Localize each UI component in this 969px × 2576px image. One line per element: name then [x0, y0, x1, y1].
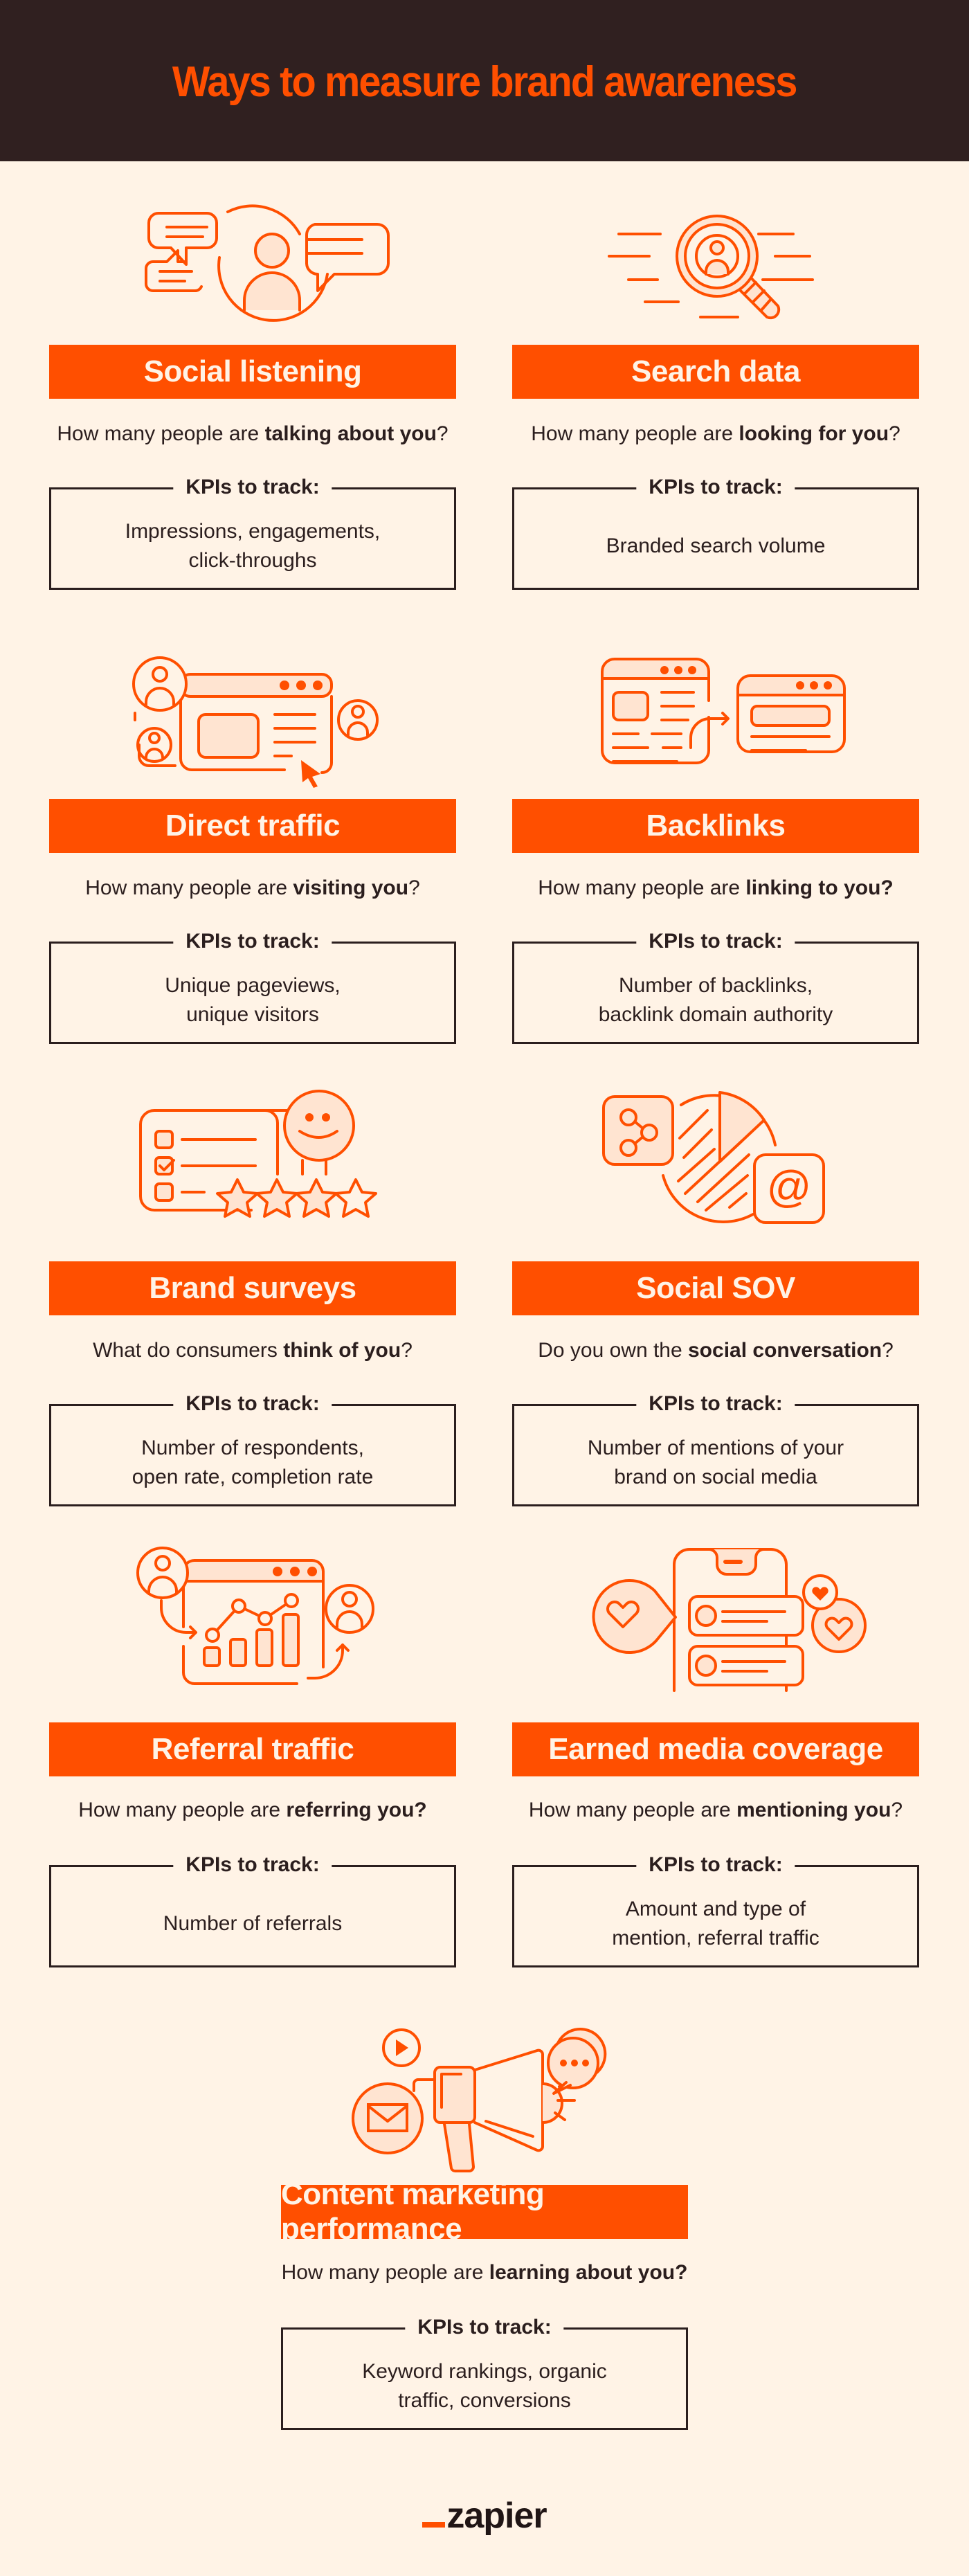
- card-title-banner: Direct traffic: [49, 799, 456, 853]
- card-title-banner: Brand surveys: [49, 1261, 456, 1315]
- linked-browsers-icon: [512, 649, 919, 788]
- kpi-text: Keyword rankings, organic traffic, conve…: [362, 2360, 607, 2412]
- question-suffix: ?: [882, 1339, 894, 1362]
- card-question: How many people are talking about you?: [35, 422, 470, 446]
- card-title: Social listening: [143, 354, 362, 388]
- kpi-text: Number of backlinks, backlink domain aut…: [598, 974, 833, 1026]
- kpi-label: KPIs to track:: [173, 1392, 332, 1416]
- page-title: Ways to measure brand awareness: [172, 58, 797, 106]
- question-suffix: ?: [408, 876, 420, 899]
- card-title: Earned media coverage: [548, 1732, 883, 1766]
- kpi-box: KPIs to track: Number of respondents, op…: [49, 1392, 456, 1506]
- question-text: Do you own the: [538, 1339, 688, 1362]
- kpi-text: Amount and type of mention, referral tra…: [612, 1898, 819, 1949]
- question-text: How many people are: [78, 1799, 287, 1821]
- kpi-label: KPIs to track:: [636, 1853, 795, 1877]
- referral-chart-icon: [49, 1545, 456, 1691]
- question-text: What do consumers: [93, 1339, 284, 1362]
- card-title: Referral traffic: [151, 1732, 354, 1766]
- card-question: How many people are learning about you?: [208, 2261, 761, 2285]
- zapier-logo: zapier: [0, 2498, 969, 2534]
- card-question: How many people are mentioning you?: [498, 1799, 933, 1822]
- kpi-box: KPIs to track: Number of mentions of you…: [512, 1392, 919, 1506]
- card-title-banner: Earned media coverage: [512, 1722, 919, 1776]
- question-suffix: ?: [436, 422, 449, 445]
- card-question: Do you own the social conversation?: [498, 1339, 933, 1362]
- card-title: Search data: [631, 354, 800, 388]
- megaphone-icon: [208, 2008, 761, 2172]
- card-title-banner: Backlinks: [512, 799, 919, 853]
- question-text: How many people are: [531, 422, 739, 445]
- card-title: Backlinks: [646, 809, 786, 843]
- card-question: How many people are referring you?: [35, 1799, 470, 1822]
- card-title: Content marketing performance: [281, 2177, 545, 2246]
- card-question: What do consumers think of you?: [35, 1339, 470, 1362]
- question-emphasis: learning about you?: [489, 2261, 688, 2284]
- phone-hearts-icon: [512, 1545, 919, 1692]
- card-title: Social SOV: [636, 1271, 795, 1305]
- infographic: Ways to measure brand awareness Social l…: [0, 0, 969, 2576]
- card-question: How many people are visiting you?: [35, 876, 470, 900]
- question-emphasis: visiting you: [293, 876, 409, 899]
- card-title-banner: Social listening: [49, 345, 456, 399]
- kpi-box: KPIs to track: Branded search volume: [512, 476, 919, 590]
- kpi-box: KPIs to track: Amount and type of mentio…: [512, 1853, 919, 1967]
- question-emphasis: think of you: [283, 1339, 401, 1362]
- pie-share-at-icon: @: [512, 1086, 919, 1224]
- kpi-label: KPIs to track:: [173, 930, 332, 953]
- kpi-text: Unique pageviews, unique visitors: [165, 974, 341, 1026]
- card-question: How many people are linking to you?: [498, 876, 933, 900]
- question-text: How many people are: [538, 876, 746, 899]
- question-text: How many people are: [57, 422, 265, 445]
- card-title-banner: Search data: [512, 345, 919, 399]
- question-emphasis: social conversation: [688, 1339, 882, 1362]
- kpi-box: KPIs to track: Unique pageviews, unique …: [49, 930, 456, 1044]
- kpi-text: Branded search volume: [606, 534, 826, 557]
- question-suffix: ?: [891, 1799, 903, 1821]
- question-emphasis: mentioning you: [736, 1799, 891, 1821]
- kpi-label: KPIs to track:: [636, 476, 795, 499]
- question-text: How many people are: [528, 1799, 737, 1821]
- browser-visitors-cursor-icon: [49, 649, 456, 788]
- card-title-banner: Referral traffic: [49, 1722, 456, 1776]
- question-emphasis: talking about you: [264, 422, 437, 445]
- question-emphasis: referring you?: [286, 1799, 427, 1821]
- question-suffix: ?: [401, 1339, 413, 1362]
- question-emphasis: linking to you?: [745, 876, 894, 899]
- kpi-box: KPIs to track: Number of backlinks, back…: [512, 930, 919, 1044]
- kpi-label: KPIs to track:: [636, 930, 795, 953]
- question-text: How many people are: [85, 876, 293, 899]
- kpi-box: KPIs to track: Keyword rankings, organic…: [281, 2316, 688, 2430]
- header: Ways to measure brand awareness: [0, 0, 969, 161]
- card-title: Brand surveys: [149, 1271, 356, 1305]
- kpi-text: Number of mentions of your brand on soci…: [587, 1436, 844, 1488]
- kpi-text: Number of respondents, open rate, comple…: [132, 1436, 374, 1488]
- magnifier-person-icon: [512, 201, 919, 320]
- kpi-text: Number of referrals: [163, 1912, 343, 1935]
- svg-text:@: @: [767, 1162, 812, 1212]
- survey-stars-smiley-icon: [49, 1086, 456, 1224]
- person-speech-bubbles-icon: [49, 198, 456, 322]
- logo-underscore-mark: [422, 2522, 446, 2528]
- card-title: Direct traffic: [165, 809, 341, 843]
- kpi-label: KPIs to track:: [173, 1853, 332, 1877]
- question-text: How many people are: [281, 2261, 489, 2284]
- kpi-label: KPIs to track:: [636, 1392, 795, 1416]
- kpi-label: KPIs to track:: [405, 2316, 564, 2339]
- kpi-text: Impressions, engagements, click-throughs: [125, 520, 381, 572]
- card-question: How many people are looking for you?: [498, 422, 933, 446]
- card-title-banner: Content marketing performance: [281, 2177, 688, 2246]
- card-title-banner: Social SOV: [512, 1261, 919, 1315]
- question-emphasis: looking for you: [739, 422, 889, 445]
- kpi-box: KPIs to track: Impressions, engagements,…: [49, 476, 456, 590]
- kpi-label: KPIs to track:: [173, 476, 332, 499]
- logo-wordmark: zapier: [446, 2496, 547, 2536]
- kpi-box: KPIs to track: Number of referrals: [49, 1853, 456, 1967]
- question-suffix: ?: [889, 422, 900, 445]
